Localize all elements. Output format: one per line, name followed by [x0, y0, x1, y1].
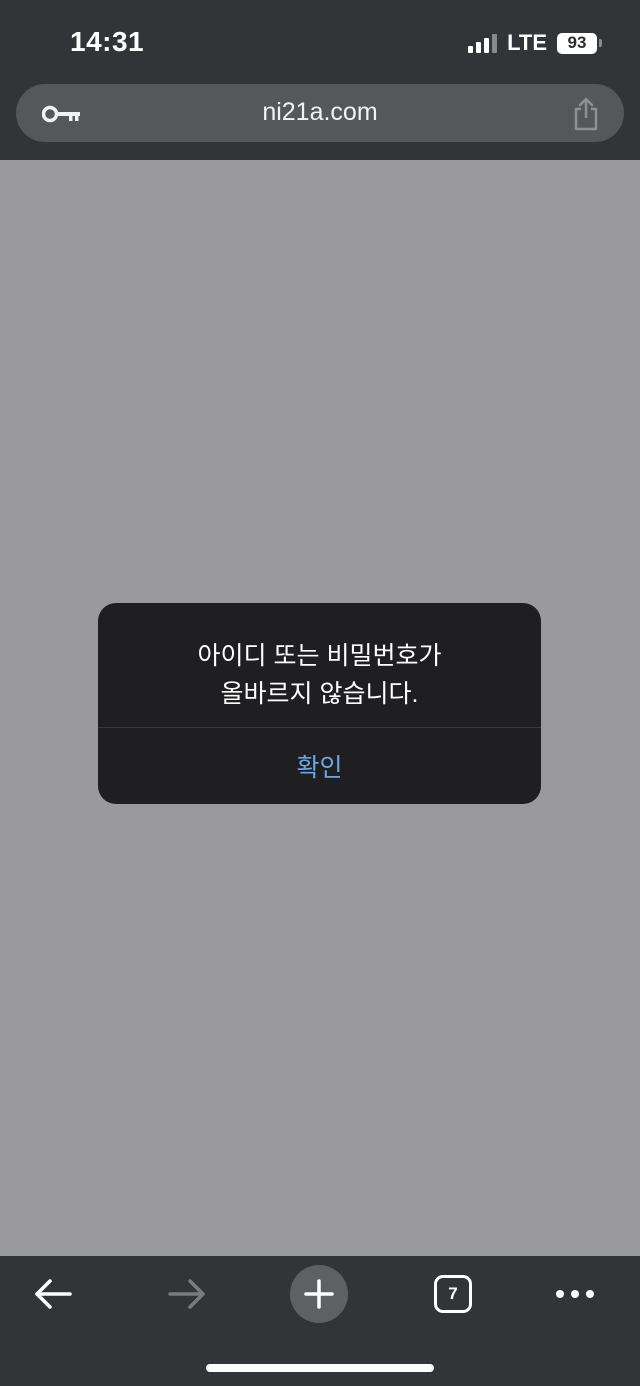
status-bar: 14:31 LTE 93 [0, 0, 640, 84]
browser-bottom-toolbar: 7 [0, 1256, 640, 1386]
status-indicators: LTE 93 [468, 30, 602, 56]
tabs-icon: 7 [434, 1275, 472, 1313]
battery-level: 93 [557, 32, 597, 54]
forward-arrow-icon [168, 1279, 205, 1309]
network-label: LTE [507, 30, 547, 55]
alert-message: 아이디 또는 비밀번호가 올바르지 않습니다. [98, 637, 541, 713]
back-button[interactable] [26, 1266, 80, 1322]
signal-icon [468, 33, 498, 53]
alert-message-line-2: 올바르지 않습니다. [220, 680, 419, 708]
more-button[interactable] [550, 1266, 600, 1322]
back-arrow-icon [35, 1279, 72, 1309]
share-icon[interactable] [570, 96, 602, 132]
alert-message-line-1: 아이디 또는 비밀번호가 [197, 642, 442, 670]
tabs-button[interactable]: 7 [432, 1266, 474, 1322]
url-text[interactable]: ni21a.com [16, 98, 624, 127]
status-time: 14:31 [70, 26, 145, 57]
confirm-button[interactable]: 확인 [98, 728, 541, 804]
home-indicator[interactable] [206, 1364, 434, 1372]
new-tab-button[interactable] [290, 1265, 348, 1323]
plus-icon [304, 1279, 334, 1309]
battery-icon: 93 [557, 32, 602, 54]
browser-top-chrome: 14:31 LTE 93 ni21a.com [0, 0, 640, 160]
forward-button[interactable] [160, 1266, 214, 1322]
more-icon [556, 1290, 594, 1298]
alert-dialog: 아이디 또는 비밀번호가 올바르지 않습니다. 확인 [98, 603, 541, 804]
address-bar[interactable]: ni21a.com [16, 84, 624, 142]
